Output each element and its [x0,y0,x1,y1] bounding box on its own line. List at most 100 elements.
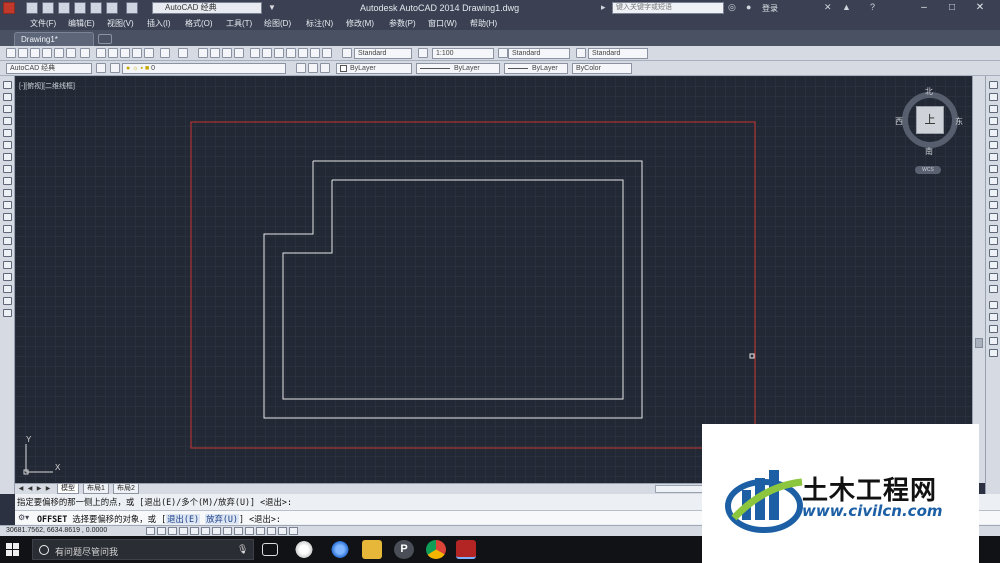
login-link[interactable]: 登录 [762,3,778,14]
autocad-taskbar-icon[interactable] [456,540,476,559]
search-expand-icon[interactable]: ▸ [601,2,606,13]
explode-icon[interactable] [989,285,998,293]
pan-icon[interactable] [198,48,208,58]
tool-palettes-icon[interactable] [274,48,284,58]
revision-cloud-icon[interactable] [3,165,12,173]
infer-constraints-icon[interactable] [146,527,155,535]
compass-south[interactable]: 南 [925,146,933,157]
layer-previous-icon[interactable] [308,63,318,73]
erase-icon[interactable] [989,81,998,89]
workspace-select[interactable]: AutoCAD 经典 [152,2,262,14]
gradient-icon[interactable] [3,261,12,269]
calculator-icon[interactable] [310,48,320,58]
layer-select[interactable]: ● ☼ ▪ ■ 0 [122,63,286,74]
3d-object-snap-icon[interactable] [212,527,221,535]
menu-help[interactable]: 帮助(H) [470,18,497,29]
lineweight-select[interactable]: ByLayer [504,63,568,74]
warning-icon[interactable]: ▲ [842,2,851,12]
save-as-icon[interactable] [74,2,86,14]
outer-offset-polyline[interactable] [263,160,643,419]
zoom-window-icon[interactable] [222,48,232,58]
table-style-select[interactable]: Standard [588,48,648,59]
break-at-point-icon[interactable] [989,213,998,221]
extend-icon[interactable] [989,201,998,209]
command-customize-icon[interactable]: ⚙▾ [18,513,30,523]
vertical-scrollbar[interactable] [972,76,985,483]
menu-file[interactable]: 文件(F) [30,18,56,29]
menu-draw[interactable]: 绘图(D) [264,18,291,29]
compass-west[interactable]: 西 [895,116,903,127]
tab-layout2[interactable]: 布局2 [113,484,139,494]
scroll-thumb[interactable] [975,338,983,348]
linetype-select[interactable]: ByLayer [416,63,500,74]
color-select[interactable]: ByLayer [336,63,412,74]
tab-layout1[interactable]: 布局1 [83,484,109,494]
copy-object-icon[interactable] [989,93,998,101]
draw-order-icon[interactable] [989,301,998,309]
viewcube[interactable]: 上 北 南 东 西 WCS [895,86,965,176]
next-layout-icon[interactable]: ▶ [35,485,43,493]
make-block-icon[interactable] [3,225,12,233]
trim-icon[interactable] [989,189,998,197]
construction-line-icon[interactable] [3,93,12,101]
3d-print-icon[interactable] [80,48,90,58]
menu-parametric[interactable]: 参数(P) [389,18,416,29]
break-icon[interactable] [989,225,998,233]
chevron-down-icon[interactable]: ▼ [268,3,276,12]
open-file-icon[interactable] [42,2,54,14]
undo-icon[interactable] [160,48,170,58]
sheet-set-icon[interactable] [286,48,296,58]
last-layout-icon[interactable]: ▶ [44,485,52,493]
fillet-icon[interactable] [989,261,998,269]
close-button[interactable]: ✕ [970,1,990,14]
menu-format[interactable]: 格式(O) [185,18,213,29]
redo-icon[interactable] [126,2,138,14]
inner-polyline[interactable] [282,179,624,400]
plot-icon[interactable] [42,48,52,58]
line-icon[interactable] [3,81,12,89]
layer-properties-icon[interactable] [110,63,120,73]
p-app-icon[interactable]: P [394,540,414,559]
table-icon[interactable] [3,285,12,293]
minimize-button[interactable]: – [914,1,934,14]
rotate-icon[interactable] [989,153,998,161]
new-tab-icon[interactable] [98,34,112,44]
annotation-scale-icon[interactable] [418,48,428,58]
dim-style-icon[interactable] [498,48,508,58]
annotation-scale-select[interactable]: 1:100 [432,48,494,59]
help-icon[interactable] [322,48,332,58]
stretch-icon[interactable] [989,177,998,185]
match-properties-icon[interactable] [132,48,142,58]
paste-icon[interactable] [120,48,130,58]
menu-window[interactable]: 窗口(W) [428,18,457,29]
properties-icon[interactable] [250,48,260,58]
array-icon[interactable] [989,129,998,137]
exchange-icon[interactable]: ✕ [824,2,832,13]
ellipse-icon[interactable] [3,189,12,197]
multiline-text-icon[interactable] [3,297,12,305]
selection-cycling-icon[interactable] [289,527,298,535]
text-style-select[interactable]: Standard [354,48,412,59]
menu-insert[interactable]: 插入(I) [147,18,171,29]
compass-east[interactable]: 东 [955,116,963,127]
snap-mode-icon[interactable] [157,527,166,535]
dynamic-input-icon[interactable] [245,527,254,535]
cut-icon[interactable] [96,48,106,58]
help-icon[interactable]: ? [870,2,875,12]
ortho-mode-icon[interactable] [179,527,188,535]
menu-modify[interactable]: 修改(M) [346,18,374,29]
open-icon[interactable] [18,48,28,58]
rectangle-icon[interactable] [3,129,12,137]
menu-dimension[interactable]: 标注(N) [306,18,333,29]
browser-icon[interactable] [330,540,350,559]
compass-north[interactable]: 北 [925,86,933,97]
save-icon[interactable] [30,48,40,58]
polyline-icon[interactable] [3,105,12,113]
chamfer-icon[interactable] [989,249,998,257]
taskbar-search[interactable]: 有问题尽管问我 🎙 [32,539,254,560]
hatch-icon[interactable] [3,249,12,257]
option-exit[interactable]: 退出(E) [166,514,201,524]
binoculars-icon[interactable]: ◎ [728,2,736,13]
object-snap-tracking-icon[interactable] [223,527,232,535]
option-undo[interactable]: 放弃(U) [205,514,239,524]
